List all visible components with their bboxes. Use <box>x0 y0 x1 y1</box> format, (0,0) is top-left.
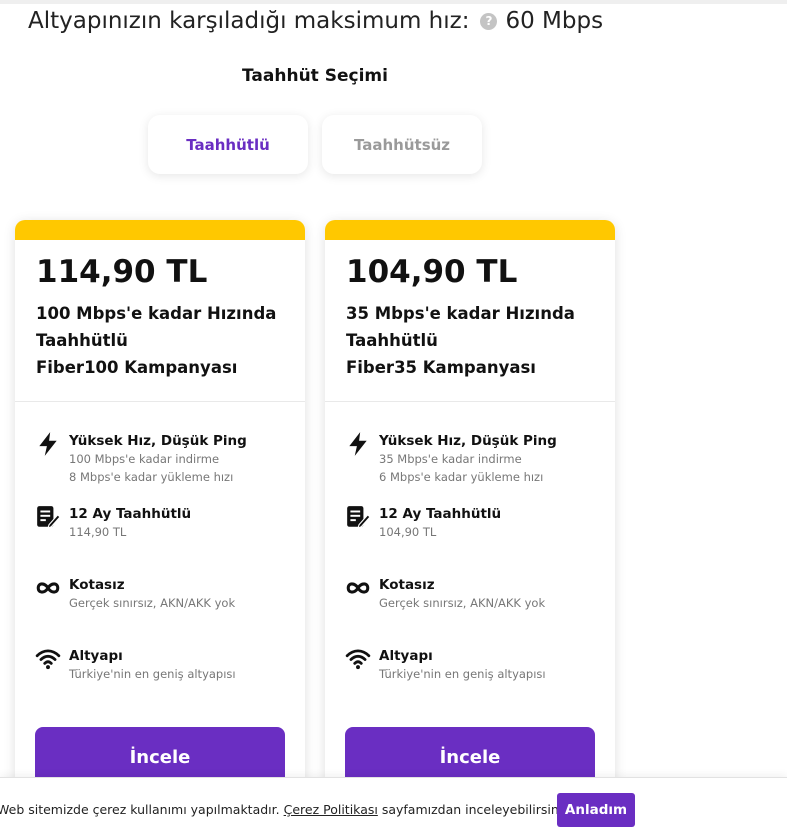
feature-name: Altyapı <box>379 648 433 664</box>
wifi-icon <box>35 649 61 670</box>
plan-title-line: 35 Mbps'e kadar Hızında <box>346 304 575 323</box>
top-divider <box>0 0 787 4</box>
feature-desc: Gerçek sınırsız, AKN/AKK yok <box>69 596 236 610</box>
feature-unlimited: Kotasız Gerçek sınırsız, AKN/AKK yok <box>35 576 235 612</box>
feature-name: 12 Ay Taahhütlü <box>69 506 192 522</box>
feature-infrastructure: Altyapı Türkiye'nin en geniş altyapısı <box>345 647 546 683</box>
plan-price: 104,90 TL <box>346 254 518 290</box>
plan-title-line: 100 Mbps'e kadar Hızında <box>36 304 277 323</box>
card-top-bar <box>325 220 615 240</box>
cookie-accept-button[interactable]: Anladım <box>557 793 635 827</box>
lightning-icon <box>349 432 367 456</box>
contract-icon <box>347 506 371 529</box>
feature-infrastructure: Altyapı Türkiye'nin en geniş altyapısı <box>35 647 236 683</box>
feature-name: Yüksek Hız, Düşük Ping <box>69 433 247 449</box>
max-speed-info: Altyapınızın karşıladığı maksimum hız: ?… <box>28 8 603 34</box>
feature-desc: 114,90 TL <box>69 525 127 539</box>
feature-speed: Yüksek Hız, Düşük Ping 100 Mbps'e kadar … <box>35 432 247 486</box>
plan-title-line: Fiber35 Kampanyası <box>346 358 536 377</box>
cookie-text-after: sayfamızdan inceleyebilirsiniz. <box>381 802 573 817</box>
cookie-banner: Web sitemizde çerez kullanımı yapılmakta… <box>0 777 787 839</box>
plan-card: 104,90 TL 35 Mbps'e kadar Hızında Taahhü… <box>325 220 615 810</box>
tab-taahhutlu[interactable]: Taahhütlü <box>148 115 308 174</box>
max-speed-value: 60 Mbps <box>505 8 604 34</box>
plan-title-line: Taahhütlü <box>36 331 128 350</box>
wifi-icon <box>345 649 371 670</box>
plan-card: 114,90 TL 100 Mbps'e kadar Hızında Taahh… <box>15 220 305 810</box>
card-top-bar <box>15 220 305 240</box>
question-circle-icon[interactable]: ? <box>480 12 498 30</box>
commitment-title: Taahhüt Seçimi <box>242 66 388 86</box>
divider <box>325 401 615 402</box>
infinity-icon <box>36 582 60 594</box>
plan-title-line: Taahhütlü <box>346 331 438 350</box>
divider <box>15 401 305 402</box>
infinity-icon <box>346 582 370 594</box>
feature-name: Altyapı <box>69 648 123 664</box>
tab-taahhutsuz[interactable]: Taahhütsüz <box>322 115 482 174</box>
cookie-policy-link[interactable]: Çerez Politikası <box>284 802 378 817</box>
feature-desc: 100 Mbps'e kadar indirme <box>69 452 220 466</box>
contract-icon <box>37 506 61 529</box>
feature-desc: 6 Mbps'e kadar yükleme hızı <box>379 470 544 484</box>
plan-title: 100 Mbps'e kadar Hızında Taahhütlü Fiber… <box>36 300 291 381</box>
plan-title-line: Fiber100 Kampanyası <box>36 358 238 377</box>
feature-name: Kotasız <box>379 577 435 593</box>
feature-commitment: 12 Ay Taahhütlü 104,90 TL <box>345 505 501 541</box>
cookie-text-before: Web sitemizde çerez kullanımı yapılmakta… <box>0 802 280 817</box>
lightning-icon <box>39 432 57 456</box>
cookie-text: Web sitemizde çerez kullanımı yapılmakta… <box>0 802 573 817</box>
max-speed-label: Altyapınızın karşıladığı maksimum hız: <box>28 8 470 34</box>
feature-desc: Türkiye'nin en geniş altyapısı <box>69 667 236 681</box>
feature-desc: Gerçek sınırsız, AKN/AKK yok <box>379 596 546 610</box>
plan-price: 114,90 TL <box>36 254 208 290</box>
feature-name: 12 Ay Taahhütlü <box>379 506 502 522</box>
feature-unlimited: Kotasız Gerçek sınırsız, AKN/AKK yok <box>345 576 545 612</box>
plan-title: 35 Mbps'e kadar Hızında Taahhütlü Fiber3… <box>346 300 601 381</box>
feature-name: Yüksek Hız, Düşük Ping <box>379 433 557 449</box>
feature-commitment: 12 Ay Taahhütlü 114,90 TL <box>35 505 191 541</box>
feature-name: Kotasız <box>69 577 125 593</box>
feature-desc: 8 Mbps'e kadar yükleme hızı <box>69 470 234 484</box>
feature-desc: 35 Mbps'e kadar indirme <box>379 452 522 466</box>
feature-desc: Türkiye'nin en geniş altyapısı <box>379 667 546 681</box>
feature-speed: Yüksek Hız, Düşük Ping 35 Mbps'e kadar i… <box>345 432 557 486</box>
feature-desc: 104,90 TL <box>379 525 437 539</box>
